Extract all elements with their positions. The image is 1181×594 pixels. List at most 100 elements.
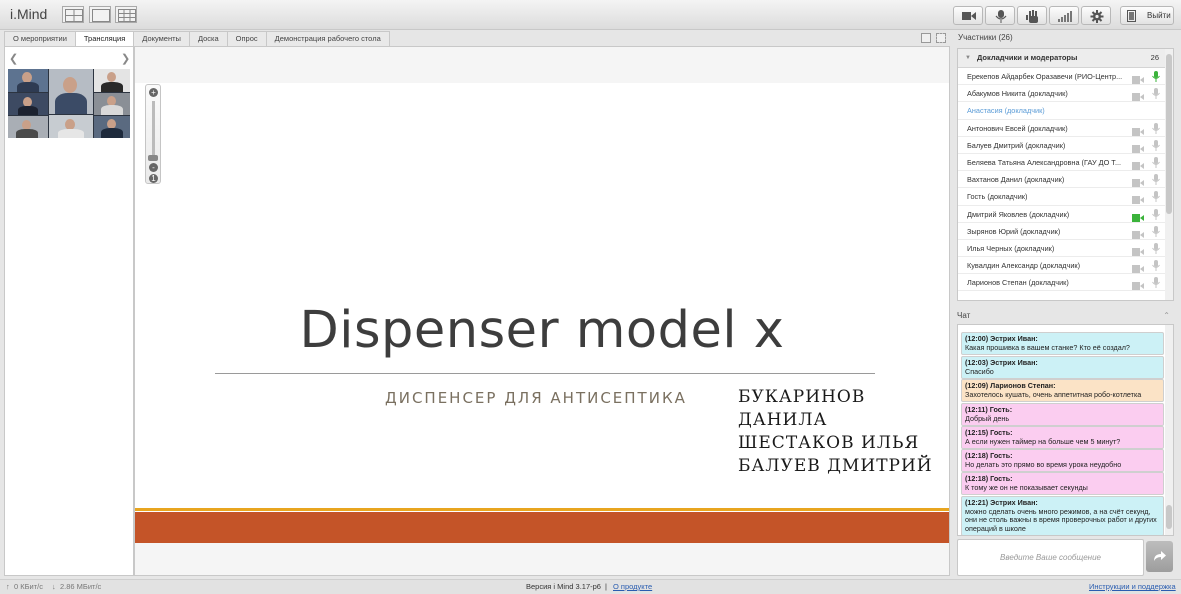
- video-thumbnails[interactable]: [8, 69, 130, 138]
- slide-authors: БУКАРИНОВ ДАНИЛА ШЕСТАКОВ ИЛЬЯ БАЛУЕВ ДМ…: [738, 386, 933, 478]
- participant-name: Антонович Евсей (докладчик): [967, 123, 1068, 133]
- participant-name: Балуев Дмитрий (докладчик): [967, 140, 1066, 150]
- about-product-link[interactable]: О продукте: [613, 580, 652, 594]
- layout-grid-icon: [65, 9, 83, 22]
- video-tile[interactable]: [94, 116, 130, 138]
- author-line: БАЛУЕВ ДМИТРИЙ: [738, 456, 933, 476]
- participant-name: Кувалдин Александр (докладчик): [967, 261, 1081, 271]
- layout-single-button[interactable]: [89, 6, 111, 23]
- participant-row[interactable]: Антонович Евсей (докладчик): [958, 120, 1173, 137]
- participant-name: Зырянов Юрий (докладчик): [967, 226, 1061, 236]
- chat-message-text: Спасибо: [965, 366, 994, 376]
- participant-row[interactable]: Ерекепов Айдарбек Оразавечи (РИО-Центр..…: [958, 68, 1173, 86]
- layout-grid-2x2-button[interactable]: [62, 6, 84, 23]
- layout-grid-3x3-button[interactable]: [115, 6, 137, 23]
- camera-icon[interactable]: [1132, 279, 1144, 296]
- zoom-in-icon[interactable]: +: [149, 88, 158, 97]
- prev-arrow-icon[interactable]: ❮: [9, 52, 18, 65]
- settings-button[interactable]: [1081, 6, 1111, 25]
- tab-whiteboard[interactable]: Доска: [188, 31, 228, 46]
- participant-name: Абакумов Никита (докладчик): [967, 89, 1068, 99]
- microphone-icon[interactable]: [1152, 277, 1160, 294]
- chat-message-author: (12:18) Гость:: [965, 474, 1013, 483]
- participant-row[interactable]: Гость (докладчик): [958, 188, 1173, 206]
- next-arrow-icon[interactable]: ❯: [121, 52, 130, 65]
- author-line: БУКАРИНОВ: [738, 387, 866, 407]
- fullscreen-icon[interactable]: [936, 33, 946, 43]
- status-separator: |: [605, 582, 607, 591]
- video-tile[interactable]: [49, 115, 93, 138]
- participant-row[interactable]: Зырянов Юрий (докладчик): [958, 223, 1173, 240]
- presentation-stage: Dispenser model x ДИСПЕНСЕР ДЛЯ АНТИСЕПТ…: [134, 46, 950, 576]
- chat-message-author: (12:21) Эстрих Иван:: [965, 498, 1038, 507]
- chat-message-text: можно сделать очень много режимов, а на …: [965, 506, 1157, 533]
- tab-poll[interactable]: Опрос: [226, 31, 267, 46]
- participant-row[interactable]: Абакумов Никита (докладчик): [958, 85, 1173, 103]
- zoom-slider[interactable]: + - 1: [145, 84, 161, 184]
- participant-row[interactable]: Беляева Татьяна Александровна (ГАУ ДО Т.…: [958, 154, 1173, 172]
- participant-row[interactable]: Ларионов Степан (докладчик): [958, 274, 1173, 294]
- chat-message-text: Добрый день: [965, 413, 1010, 423]
- chat-message-text: А если нужен таймер на больше чем 5 мину…: [965, 436, 1121, 446]
- participants-group-header[interactable]: ▼ Докладчики и модераторы 26: [958, 49, 1173, 68]
- participant-row[interactable]: Вахтанов Данил (докладчик): [958, 171, 1173, 189]
- collapse-chevron-icon[interactable]: ⌃: [1163, 308, 1170, 323]
- participant-row[interactable]: Балуев Дмитрий (докладчик): [958, 137, 1173, 154]
- send-button[interactable]: [1146, 541, 1173, 572]
- video-tile[interactable]: [49, 69, 93, 114]
- tab-about-event[interactable]: О мероприятии: [4, 31, 76, 46]
- participants-scrollbar[interactable]: [1165, 49, 1173, 300]
- participant-name: Беляева Татьяна Александровна (ГАУ ДО Т.…: [967, 157, 1122, 167]
- slide-title: Dispenser model x: [299, 301, 785, 360]
- participant-row[interactable]: Анастасия (докладчик): [958, 102, 1173, 120]
- zoom-handle[interactable]: [148, 155, 158, 161]
- zoom-out-icon[interactable]: -: [149, 163, 158, 172]
- chat-message: (12:03) Эстрих Иван: Спасибо: [961, 356, 1164, 380]
- video-tile[interactable]: [8, 69, 48, 92]
- zoom-reset-icon[interactable]: 1: [149, 174, 158, 183]
- connection-quality-button[interactable]: [1049, 6, 1079, 25]
- chat-message: (12:21) Эстрих Иван: можно сделать очень …: [961, 496, 1164, 535]
- microphone-button[interactable]: [985, 6, 1015, 25]
- app-logo: i.Mind: [10, 6, 48, 22]
- help-link[interactable]: Инструкции и поддержка: [1089, 580, 1176, 594]
- presentation-slide: Dispenser model x ДИСПЕНСЕР ДЛЯ АНТИСЕПТ…: [135, 83, 949, 543]
- chat-message-author: (12:15) Гость:: [965, 428, 1013, 437]
- chat-title: Чат: [957, 311, 971, 320]
- tab-broadcast[interactable]: Трансляция: [74, 31, 135, 47]
- chat-message-text: Но делать это прямо во время урока неудо…: [965, 459, 1122, 469]
- slide-subtitle: ДИСПЕНСЕР ДЛЯ АНТИСЕПТИКА: [385, 389, 687, 407]
- chat-scrollbar[interactable]: [1165, 325, 1173, 535]
- participant-row[interactable]: Илья Черных (докладчик): [958, 240, 1173, 258]
- group-count: 26: [1150, 53, 1159, 62]
- participant-name: Ерекепов Айдарбек Оразавечи (РИО-Центр..…: [967, 72, 1123, 81]
- chat-input[interactable]: Введите Ваше сообщение: [957, 539, 1144, 576]
- chat-message-text: Захотелось кушать, очень аппетитная робо…: [965, 389, 1142, 399]
- exit-door-icon: [1127, 10, 1136, 22]
- tab-documents[interactable]: Документы: [133, 31, 190, 46]
- scroll-thumb[interactable]: [1166, 54, 1172, 214]
- window-mode-icon[interactable]: [921, 33, 931, 43]
- video-tile[interactable]: [8, 93, 48, 115]
- exit-button[interactable]: Выйти: [1120, 6, 1174, 25]
- slide-accent-stripe: [135, 508, 949, 511]
- scroll-thumb[interactable]: [1166, 505, 1172, 529]
- raise-hand-button[interactable]: [1017, 6, 1047, 25]
- status-bar: ↑ 0 КБит/с ↓ 2.86 МБит/с Версия i Mind 3…: [0, 579, 1181, 594]
- video-tile[interactable]: [94, 69, 130, 92]
- participant-row[interactable]: Кувалдин Александр (докладчик): [958, 257, 1173, 275]
- zoom-track[interactable]: [152, 101, 155, 157]
- video-tile[interactable]: [94, 93, 130, 115]
- slide-footer-band: [135, 512, 949, 543]
- top-toolbar: i.Mind Выйти: [0, 0, 1181, 30]
- participant-row[interactable]: Дмитрий Яковлев (докладчик): [958, 206, 1173, 223]
- camera-icon: [962, 12, 976, 20]
- participant-name: Ларионов Степан (докладчик): [967, 278, 1069, 288]
- participant-name: Гость (докладчик): [967, 192, 1028, 202]
- camera-button[interactable]: [953, 6, 983, 25]
- video-tile[interactable]: [8, 116, 48, 138]
- collapse-triangle-icon[interactable]: ▼: [965, 49, 971, 67]
- author-line: ШЕСТАКОВ ИЛЬЯ: [738, 433, 920, 453]
- group-title: Докладчики и модераторы: [977, 53, 1078, 62]
- tab-desktop-demo[interactable]: Демонстрация рабочего стола: [265, 31, 390, 46]
